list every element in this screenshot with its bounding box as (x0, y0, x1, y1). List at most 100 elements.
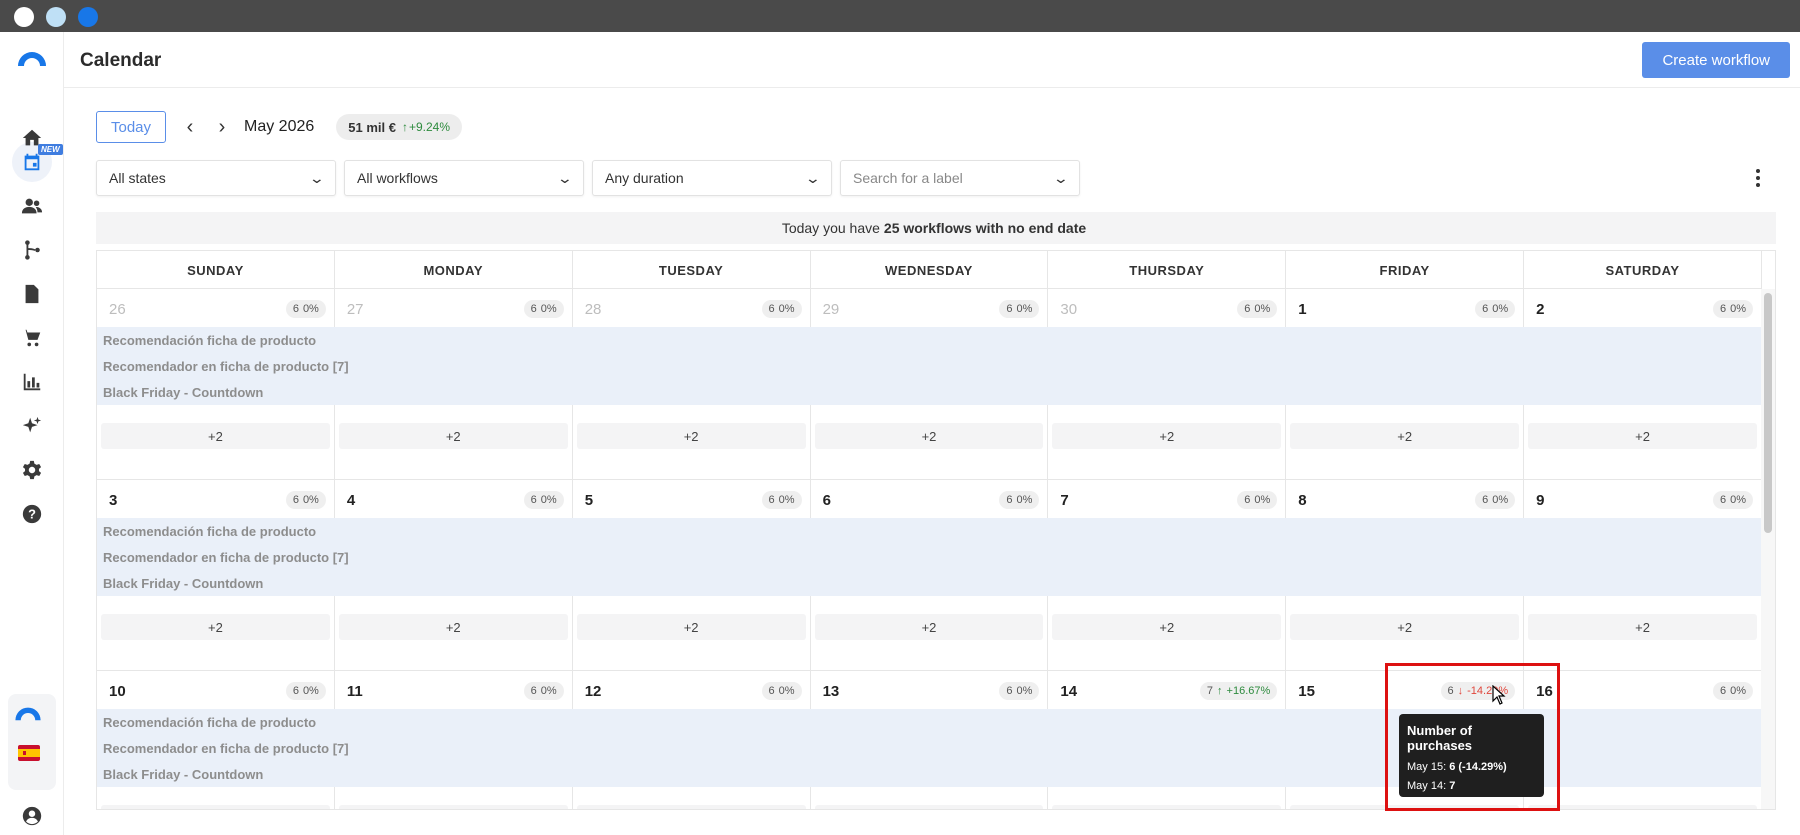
day-metric-badge[interactable]: 6 0% (761, 300, 802, 318)
chevron-down-icon: ⌄ (556, 169, 574, 186)
day-metric-count: 6 (1719, 494, 1727, 506)
day-metric-badge[interactable]: 7 ↑ +16.67% (1199, 682, 1278, 700)
arrow-up-icon: ↑ (1217, 685, 1223, 697)
workflow-event-bar[interactable]: Recomendación ficha de producto (97, 327, 1762, 353)
more-events-button[interactable]: +2 (338, 805, 568, 809)
create-workflow-button[interactable]: Create workflow (1642, 42, 1790, 78)
day-metric-change: 0% (302, 685, 319, 697)
day-headers: SUNDAY MONDAY TUESDAY WEDNESDAY THURSDAY FRID… (97, 251, 1762, 289)
more-events-button[interactable]: +2 (1528, 614, 1757, 640)
day-number: 15 (1298, 683, 1315, 700)
more-events-button[interactable]: +2 (814, 423, 1044, 449)
maximize-window-dot[interactable] (78, 7, 98, 27)
day-metric-badge[interactable]: 6 0% (1712, 491, 1753, 509)
gear-icon[interactable] (20, 458, 44, 482)
tooltip-title: Number of purchases (1407, 723, 1473, 753)
new-badge: NEW (38, 144, 63, 155)
revenue-metric-pill: 51 mil € ↑ +9.24% (336, 114, 463, 140)
day-metric-badge[interactable]: 6 0% (1475, 300, 1516, 318)
sparkles-icon[interactable] (20, 414, 44, 438)
day-metric-badge[interactable]: 6 0% (999, 300, 1040, 318)
day-metric-badge[interactable]: 6 0% (761, 491, 802, 509)
account-icon[interactable] (20, 804, 44, 828)
more-events-button[interactable]: +2 (576, 805, 806, 809)
day-metric-badge[interactable]: 6 0% (523, 491, 564, 509)
day-number: 28 (584, 301, 602, 318)
day-metric-count: 6 (292, 494, 299, 506)
day-number: 2 (1536, 301, 1545, 318)
workflows-filter[interactable]: All workflows ⌄ (344, 160, 584, 196)
duration-filter[interactable]: Any duration ⌄ (592, 160, 832, 196)
day-metric-badge[interactable]: 6 0% (1712, 300, 1753, 318)
bar-chart-icon[interactable] (20, 370, 44, 394)
day-metric-badge[interactable]: 6 0% (761, 682, 802, 700)
chevron-down-icon: ⌄ (1052, 169, 1070, 186)
more-events-button[interactable]: +2 (576, 614, 806, 640)
spain-flag-icon[interactable] (18, 745, 40, 761)
workflow-event-bar[interactable]: Black Friday - Countdown (97, 570, 1762, 596)
more-events-button[interactable]: +2 (1052, 614, 1282, 640)
day-header: THURSDAY (1048, 251, 1287, 289)
more-events-button[interactable]: +2 (101, 805, 330, 809)
day-metric-count: 7 (1206, 685, 1214, 697)
day-metric-count: 6 (530, 685, 537, 697)
scrollbar-thumb[interactable] (1764, 293, 1772, 533)
more-events-button[interactable]: +2 (814, 614, 1044, 640)
workflow-event-bar[interactable]: Black Friday - Countdown (97, 379, 1762, 405)
more-events-button[interactable]: +2 (814, 805, 1044, 809)
brand-logo-icon[interactable] (13, 704, 43, 722)
workflow-event-bar[interactable]: Recomendador en ficha de producto [7] (97, 353, 1762, 379)
day-metric-badge[interactable]: 6 0% (285, 491, 326, 509)
day-metric-change: 0% (540, 303, 557, 315)
more-events-button[interactable]: +2 (101, 423, 330, 449)
day-metric-badge[interactable]: 6 0% (999, 682, 1040, 700)
day-number: 6 (822, 492, 831, 509)
more-events-button[interactable]: +2 (1052, 805, 1282, 809)
more-events-button[interactable]: +2 (101, 614, 330, 640)
label-search-filter[interactable]: Search for a label ⌄ (840, 160, 1080, 196)
cart-icon[interactable] (20, 326, 44, 350)
today-button[interactable]: Today (96, 111, 166, 143)
day-metric-badge[interactable]: 6 0% (285, 300, 326, 318)
workflow-icon[interactable] (20, 238, 44, 262)
sidebar: NEW ? (0, 32, 64, 835)
more-events-button[interactable]: +2 (338, 423, 568, 449)
day-metric-badge[interactable]: 6 0% (999, 491, 1040, 509)
more-events-button[interactable]: +2 (1290, 614, 1520, 640)
day-metric-count: 6 (768, 494, 775, 506)
chevron-right-icon[interactable]: › (206, 111, 238, 143)
more-events-button[interactable]: +2 (1528, 423, 1757, 449)
help-icon[interactable]: ? (20, 502, 44, 526)
day-metric-badge[interactable]: 6 0% (1237, 491, 1278, 509)
day-metric-badge[interactable]: 6 0% (1475, 491, 1516, 509)
states-filter[interactable]: All states ⌄ (96, 160, 336, 196)
day-metric-change: 0% (540, 685, 557, 697)
day-metric-badge[interactable]: 6 0% (1237, 300, 1278, 318)
more-events-button[interactable]: +2 (1290, 423, 1520, 449)
banner-highlight[interactable]: 25 workflows with no end date (884, 220, 1086, 236)
day-metric-badge[interactable]: 6 0% (1712, 682, 1753, 700)
chevron-left-icon[interactable]: ‹ (174, 111, 206, 143)
day-metric-count: 6 (1006, 303, 1013, 315)
more-events-button[interactable]: +2 (576, 423, 806, 449)
day-number: 4 (346, 492, 356, 509)
day-metric-badge[interactable]: 6 0% (523, 300, 564, 318)
close-window-dot[interactable] (14, 7, 34, 27)
mouse-cursor-icon (1492, 685, 1506, 705)
logo-icon[interactable] (16, 48, 48, 68)
document-icon[interactable] (20, 282, 44, 306)
day-metric-count: 6 (1719, 685, 1727, 697)
users-icon[interactable] (20, 194, 44, 218)
workflow-event-bar[interactable]: Recomendación ficha de producto (97, 518, 1762, 544)
more-options-icon[interactable] (1748, 165, 1768, 191)
chevron-down-icon: ⌄ (804, 169, 822, 186)
workflow-event-bar[interactable]: Recomendador en ficha de producto [7] (97, 544, 1762, 570)
more-events-button[interactable]: +2 (1052, 423, 1282, 449)
day-metric-badge[interactable]: 6 0% (523, 682, 564, 700)
more-events-button[interactable]: +2 (1528, 805, 1757, 809)
minimize-window-dot[interactable] (46, 7, 66, 27)
more-events-button[interactable]: +2 (338, 614, 568, 640)
day-header: SUNDAY (97, 251, 335, 289)
day-number: 9 (1536, 492, 1545, 509)
day-metric-badge[interactable]: 6 0% (285, 682, 326, 700)
